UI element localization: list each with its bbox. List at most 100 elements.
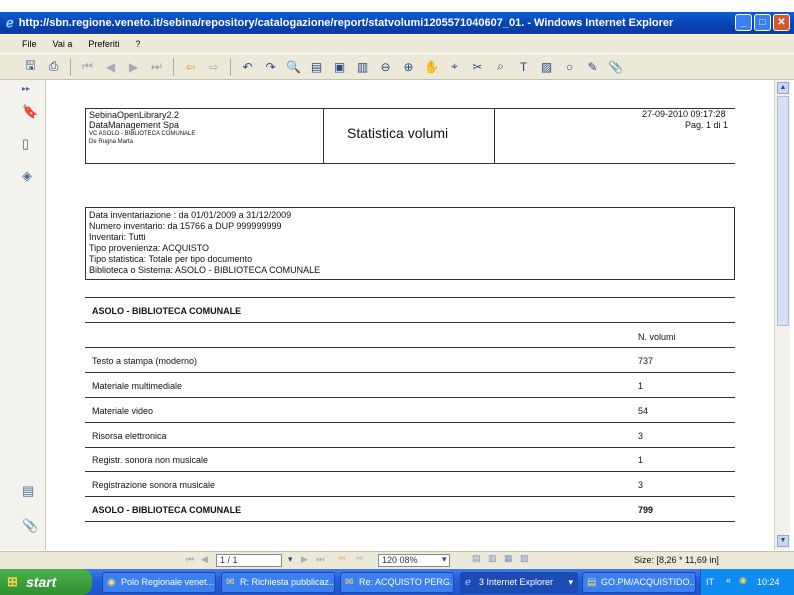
single-page-icon[interactable]: ▤	[308, 58, 325, 75]
hand-tool-icon[interactable]: ✋	[423, 58, 440, 75]
system-tray: IT « ◉ 10:24	[700, 569, 794, 595]
prev-page-nav-icon[interactable]: ◀	[201, 554, 208, 565]
table-row-value: 737	[638, 356, 654, 366]
attach-icon[interactable]: 📎	[607, 58, 624, 75]
facing-view-icon[interactable]: ▦	[504, 553, 513, 564]
taskbar-item[interactable]: ✉ R: Richiesta pubblicaz...	[221, 572, 335, 593]
prev-page-icon[interactable]: ◀	[102, 58, 119, 75]
mail-icon: ✉	[345, 577, 354, 588]
criteria-line: Inventari: Tutti	[89, 232, 146, 242]
zoom-plus-icon[interactable]: ⊕	[400, 58, 417, 75]
taskbar: ⊞ start ◉ Polo Regionale venet... ✉ R: Ric…	[0, 569, 794, 595]
circle-icon[interactable]: ○	[561, 58, 578, 75]
next-page-icon[interactable]: ▶	[125, 58, 142, 75]
maximize-button[interactable]: □	[754, 14, 771, 31]
taskbar-item[interactable]: ✉ Re: ACQUISTO PERG...	[340, 572, 454, 593]
library-code: VC ASOLO - BIBLIOTECA COMUNALE	[89, 131, 196, 137]
menu-favorites[interactable]: Preferiti	[88, 39, 119, 49]
menu-file[interactable]: File	[22, 39, 37, 49]
select-tool-icon[interactable]: ⌖	[446, 58, 463, 75]
ie-icon: ℯ	[465, 577, 471, 588]
text-icon[interactable]: T	[515, 58, 532, 75]
expand-pane-icon[interactable]: ▸▸	[22, 84, 38, 102]
page-number-field[interactable]: 1 / 1	[216, 554, 282, 567]
scroll-down-icon[interactable]: ▼	[777, 535, 789, 547]
criteria-line: Tipo provenienza: ACQUISTO	[89, 243, 210, 253]
toolbar-divider	[70, 57, 71, 76]
page-dropdown-icon[interactable]: ▾	[288, 554, 293, 565]
report-datetime: 27-09-2010 09:17:28	[642, 109, 726, 119]
forward-icon[interactable]: ⇨	[205, 58, 222, 75]
print-icon[interactable]: ⎙	[45, 58, 62, 75]
table-rule	[85, 397, 735, 398]
attachments-icon[interactable]: 📎	[22, 518, 38, 536]
report-title: Statistica volumi	[347, 125, 449, 141]
first-page-nav-icon[interactable]: ⏮	[186, 554, 194, 565]
taskbar-item[interactable]: ◉ Polo Regionale venet...	[102, 572, 216, 593]
vertical-scrollbar[interactable]: ▲ ▼	[774, 80, 790, 550]
fit-width-icon[interactable]: ▥	[354, 58, 371, 75]
section-title: ASOLO - BIBLIOTECA COMUNALE	[92, 306, 242, 316]
fit-page-icon[interactable]: ▣	[331, 58, 348, 75]
zoom-out-icon[interactable]: ⊖	[377, 58, 394, 75]
menu-goto[interactable]: Vai a	[53, 39, 73, 49]
criteria-line: Data inventariazione : da 01/01/2009 a 3…	[89, 210, 292, 220]
table-row-value: 3	[638, 431, 644, 441]
tray-app-icon[interactable]: ◉	[739, 575, 747, 586]
last-page-nav-icon[interactable]: ⏭	[316, 554, 324, 565]
zoom-field[interactable]: 120 08%	[378, 554, 450, 567]
menu-help[interactable]: ?	[135, 39, 140, 49]
ie-logo-icon: ℯ	[6, 15, 14, 30]
table-rule	[85, 521, 735, 522]
table-rule	[85, 322, 735, 323]
highlight-icon[interactable]: ✎	[584, 58, 601, 75]
taskbar-item[interactable]: ▤ GO.PM/ACQUISTIDO...	[582, 572, 696, 593]
window-title-bar[interactable]: ℯ http://sbn.regione.veneto.it/sebina/re…	[0, 12, 794, 34]
menu-bar: File Vai a Preferiti ?	[0, 35, 794, 53]
table-row-label: Materiale video	[92, 406, 154, 416]
zoom-in-icon[interactable]: 🔍	[285, 58, 302, 75]
minimize-button[interactable]: _	[735, 14, 752, 31]
zoom-dropdown-icon[interactable]: ▾	[442, 554, 447, 565]
criteria-line: Tipo statistica: Totale per tipo documen…	[89, 254, 253, 264]
criteria-line: Biblioteca o Sistema: ASOLO - BIBLIOTECA…	[89, 265, 321, 275]
layers-icon[interactable]: ◈	[22, 168, 38, 186]
continuous-view-icon[interactable]: ▥	[488, 553, 497, 564]
last-page-icon[interactable]: ⏭	[148, 58, 165, 75]
back-nav-icon[interactable]: ⇦	[338, 553, 346, 564]
scroll-up-icon[interactable]: ▲	[777, 82, 789, 94]
image-icon[interactable]: ▨	[538, 58, 555, 75]
rotate-right-icon[interactable]: ↷	[262, 58, 279, 75]
table-rule	[85, 496, 735, 497]
first-page-icon[interactable]: ⏮	[79, 58, 96, 75]
window-title: http://sbn.regione.veneto.it/sebina/repo…	[18, 17, 674, 29]
table-row-value: 1	[638, 381, 644, 391]
snapshot-icon[interactable]: ✂	[469, 58, 486, 75]
comments-icon[interactable]: ▤	[22, 483, 38, 501]
continuous-facing-view-icon[interactable]: ▧	[520, 553, 529, 564]
single-page-view-icon[interactable]: ▤	[472, 553, 481, 564]
company-name: DataManagement Spa	[89, 120, 180, 130]
start-button[interactable]: ⊞ start	[0, 569, 92, 595]
bookmarks-icon[interactable]: 🔖	[22, 104, 38, 122]
table-rule	[85, 447, 735, 448]
toolbar-divider	[173, 57, 174, 76]
back-icon[interactable]: ⇦	[182, 58, 199, 75]
close-button[interactable]: ✕	[773, 14, 790, 31]
start-label: start	[26, 574, 57, 590]
document-icon: ▤	[587, 577, 597, 588]
language-indicator[interactable]: IT	[706, 577, 714, 587]
left-navigation-pane: ▸▸ 🔖 ▯ ◈ ▤ 📎	[0, 80, 46, 550]
browser-icon: ◉	[107, 577, 116, 588]
rotate-left-icon[interactable]: ↶	[239, 58, 256, 75]
forward-nav-icon[interactable]: ⇨	[356, 553, 364, 564]
pages-icon[interactable]: ▯	[22, 136, 38, 154]
header-divider	[323, 108, 324, 164]
scroll-thumb[interactable]	[777, 96, 789, 326]
find-icon[interactable]: ⌕	[492, 58, 509, 75]
taskbar-item-active[interactable]: ℯ3 Internet Explorer ▾	[460, 572, 578, 593]
tray-chevron-icon[interactable]: «	[726, 575, 731, 585]
table-rule	[85, 347, 735, 348]
next-page-nav-icon[interactable]: ▶	[301, 554, 308, 565]
save-icon[interactable]: 🖫	[22, 58, 39, 75]
